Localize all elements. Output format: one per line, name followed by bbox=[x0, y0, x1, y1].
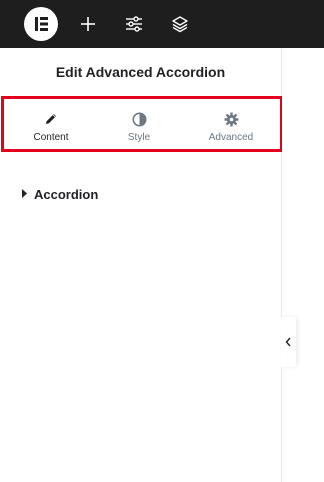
collapse-panel-button[interactable] bbox=[281, 317, 296, 367]
tab-advanced-label: Advanced bbox=[208, 132, 254, 143]
chevron-left-icon bbox=[285, 337, 291, 347]
gear-icon bbox=[224, 112, 238, 126]
sliders-icon bbox=[126, 16, 142, 32]
plus-icon bbox=[81, 17, 95, 31]
structure-button[interactable] bbox=[168, 12, 192, 36]
add-element-button[interactable] bbox=[76, 12, 100, 36]
tab-content-label: Content bbox=[33, 132, 69, 143]
half-circle-icon bbox=[132, 112, 146, 126]
elementor-logo-icon[interactable] bbox=[24, 7, 58, 41]
site-settings-button[interactable] bbox=[122, 12, 146, 36]
tab-style[interactable]: Style bbox=[92, 99, 186, 149]
panel-title: Edit Advanced Accordion bbox=[55, 64, 226, 80]
tab-content[interactable]: Content bbox=[4, 99, 98, 149]
panel-tabs: Content Style Advanced bbox=[1, 96, 283, 152]
layers-icon bbox=[172, 16, 188, 33]
caret-right-icon bbox=[22, 189, 27, 198]
pencil-icon bbox=[46, 114, 56, 124]
editor-panel: Edit Advanced Accordion Content Style Ad… bbox=[0, 48, 283, 482]
editor-topbar bbox=[0, 0, 324, 48]
accordion-section-toggle[interactable]: Accordion bbox=[20, 185, 220, 205]
tab-advanced[interactable]: Advanced bbox=[184, 99, 278, 149]
tab-style-label: Style bbox=[127, 132, 151, 143]
accordion-section-label: Accordion bbox=[34, 187, 99, 202]
preview-area bbox=[282, 48, 324, 482]
